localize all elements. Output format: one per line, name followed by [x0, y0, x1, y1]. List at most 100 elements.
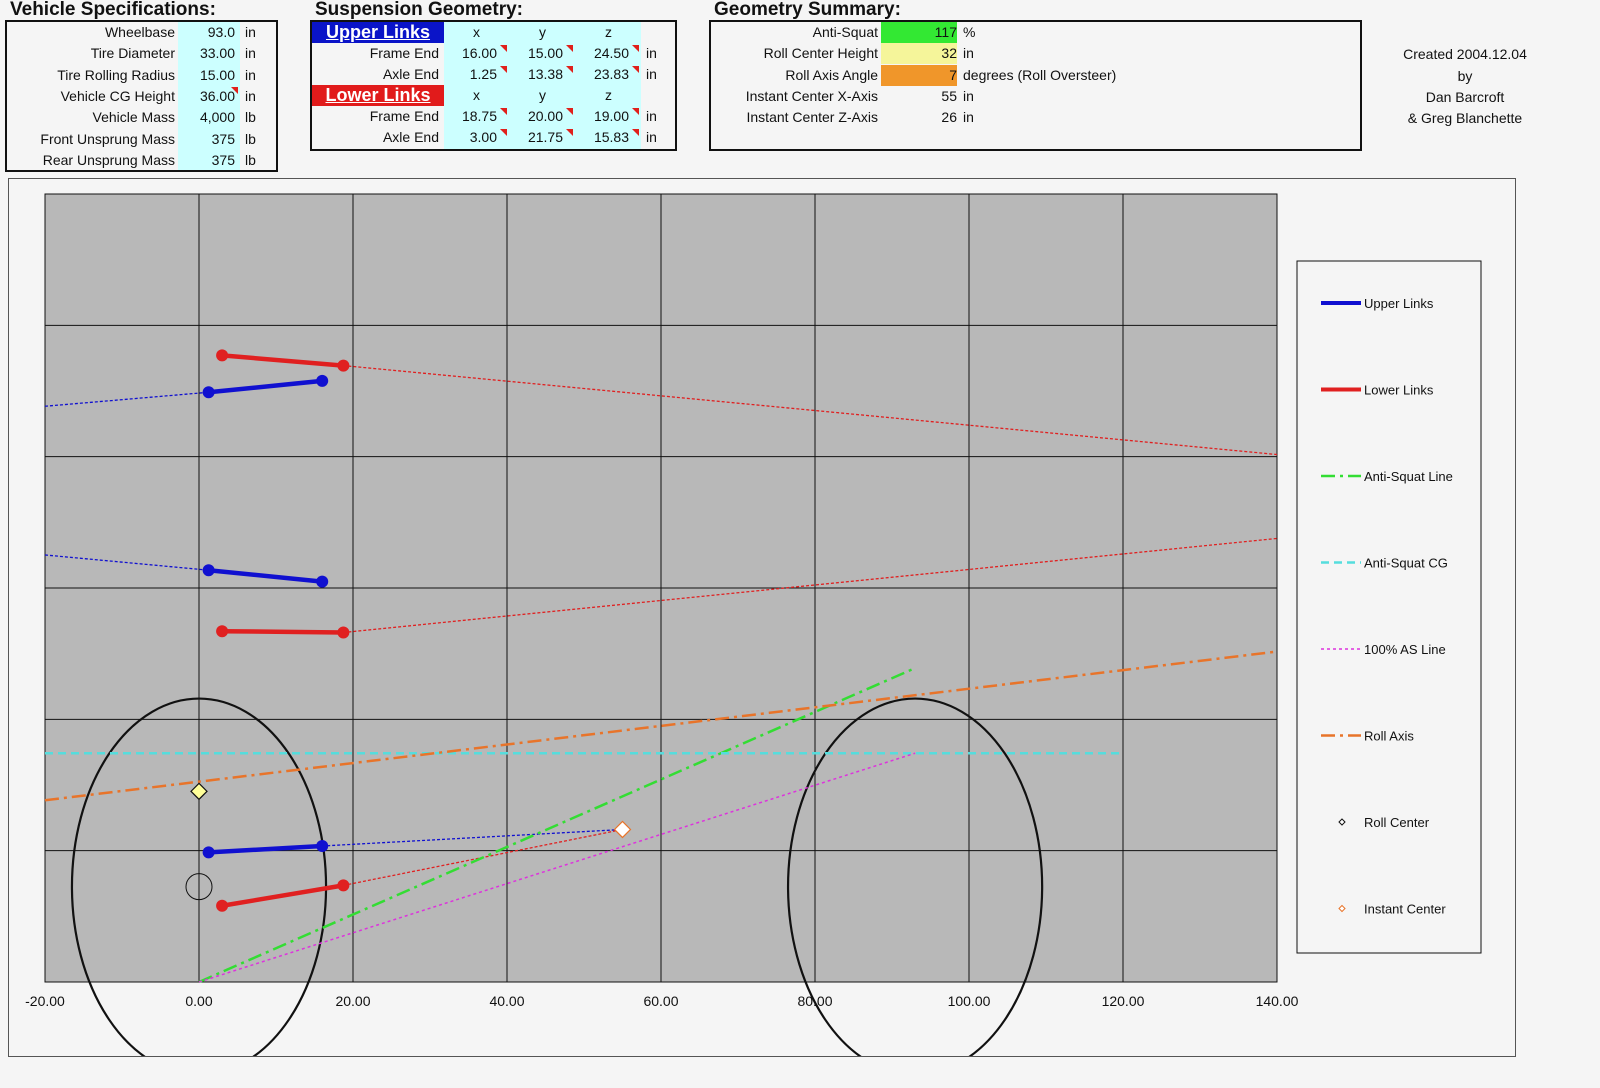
upper-link-row-label: Axle End: [382, 66, 439, 82]
upper-link-y-value: 13.38: [527, 66, 563, 82]
legend-label-roll-axis: Roll Axis: [1364, 729, 1414, 744]
upper-link-row-label: Frame End: [369, 45, 439, 61]
legend-label-lower-links: Lower Links: [1364, 383, 1434, 398]
upper-link-x-value: 1.25: [469, 66, 497, 82]
vehicle-spec-value: 15.00: [199, 66, 235, 83]
vehicle-spec-unit: lb: [245, 109, 256, 126]
upper-link-z-value: 24.50: [593, 45, 629, 61]
vehicle-spec-value: 36.00: [199, 87, 235, 104]
lower-links-point: [216, 349, 229, 362]
comment-flag-icon: [632, 108, 639, 115]
vehicle-specs-title: Vehicle Specifications:: [10, 0, 216, 20]
upper-links-point: [202, 386, 215, 399]
vehicle-spec-label: Rear Unsprung Mass: [42, 151, 175, 168]
upper-link-unit: in: [646, 66, 657, 82]
credit-line-4: & Greg Blanchette: [1407, 110, 1523, 126]
summary-unit: in: [963, 87, 974, 104]
lower-link-y-value: 20.00: [527, 108, 563, 124]
comment-flag-icon: [632, 129, 639, 136]
upper-links-point: [316, 374, 329, 387]
vehicle-spec-label: Vehicle CG Height: [60, 87, 175, 104]
vehicle-spec-value: 375: [211, 151, 235, 168]
credit-line-3: Dan Barcroft: [1425, 89, 1505, 105]
vehicle-spec-value: 4,000: [199, 109, 235, 126]
column-header-z: z: [605, 24, 612, 40]
upper-links-point: [202, 846, 215, 859]
legend-label-roll-center: Roll Center: [1364, 815, 1430, 830]
comment-flag-icon: [632, 66, 639, 73]
x-tick-label: 120.00: [1102, 993, 1145, 1009]
comment-flag-icon: [231, 87, 238, 94]
comment-flag-icon: [566, 129, 573, 136]
vehicle-spec-unit: in: [245, 24, 256, 40]
lower-link-z-value: 15.83: [593, 129, 629, 145]
summary-value: 117: [881, 22, 957, 43]
geometry-summary-title: Geometry Summary:: [714, 0, 901, 20]
vehicle-spec-label: Tire Diameter: [90, 45, 175, 62]
lower-links-point: [216, 625, 229, 638]
legend-label-instant-center: Instant Center: [1364, 902, 1446, 917]
vehicle-spec-unit: in: [245, 45, 256, 62]
vehicle-specs-table: Wheelbase 93.0 in Tire Diameter 33.00 in Tire …: [5, 20, 278, 172]
lower-links-point: [337, 359, 350, 372]
summary-label: Instant Center X-Axis: [745, 87, 878, 104]
lower-link-unit: in: [646, 129, 657, 145]
summary-label: Anti-Squat: [812, 24, 878, 40]
lower-links-point: [216, 899, 229, 912]
vehicle-spec-value: 33.00: [199, 45, 235, 62]
legend-label-100-as-line: 100% AS Line: [1364, 642, 1446, 657]
summary-unit: in: [963, 109, 974, 126]
comment-flag-icon: [500, 129, 507, 136]
summary-label: Roll Axis Angle: [785, 66, 878, 83]
x-tick-label: 40.00: [489, 993, 524, 1009]
upper-link-x-value: 16.00: [461, 45, 497, 61]
summary-label: Instant Center Z-Axis: [746, 109, 879, 126]
upper-links-point: [316, 840, 329, 853]
vehicle-spec-label: Front Unsprung Mass: [40, 130, 175, 147]
lower-link-x-value: 18.75: [461, 108, 497, 124]
upper-links-point: [316, 575, 329, 588]
column-header-x: x: [473, 87, 480, 103]
lower-links-segment: [222, 628, 344, 635]
lower-link-unit: in: [646, 108, 657, 124]
upper-links-header: Upper Links: [312, 22, 444, 43]
credit-line-2: by: [1457, 68, 1473, 84]
legend-label-anti-squat-line: Anti-Squat Line: [1364, 469, 1453, 484]
upper-link-unit: in: [646, 45, 657, 61]
lower-link-row-label: Frame End: [369, 108, 439, 124]
summary-unit: %: [963, 24, 976, 40]
vehicle-spec-unit: in: [245, 87, 256, 104]
lower-link-y-value: 21.75: [527, 129, 563, 145]
vehicle-spec-value: 375: [211, 130, 235, 147]
lower-link-z-value: 19.00: [593, 108, 629, 124]
upper-links-point: [202, 564, 215, 577]
x-tick-label: 140.00: [1256, 993, 1299, 1009]
suspension-geometry-table: Upper Links Lower Links x y z Frame End 16.0…: [310, 20, 677, 151]
comment-flag-icon: [566, 66, 573, 73]
column-header-y: y: [539, 87, 546, 103]
summary-value: 26: [941, 109, 957, 126]
suspension-geometry-title: Suspension Geometry:: [315, 0, 523, 20]
lower-link-x-value: 3.00: [469, 129, 497, 145]
geometry-summary-table: Anti-Squat 117% Roll Center Height 32 in Roll…: [709, 20, 1362, 151]
column-header-x: x: [473, 24, 480, 40]
comment-flag-icon: [566, 108, 573, 115]
suspension-chart: -20.00 0.00 20.00 40.00 60.00 80.00 100.00 120.…: [25, 193, 1482, 1056]
lower-links-point: [337, 626, 350, 639]
chart-area: -20.00 0.00 20.00 40.00 60.00 80.00 100.00 120.…: [8, 178, 1516, 1057]
comment-flag-icon: [500, 66, 507, 73]
upper-link-y-value: 15.00: [527, 45, 563, 61]
summary-value: 32: [881, 43, 957, 65]
lower-links-point: [337, 879, 350, 892]
lower-links-header: Lower Links: [312, 85, 444, 106]
summary-value: 55: [941, 87, 957, 104]
column-header-z: z: [605, 87, 612, 103]
summary-label: Roll Center Height: [763, 45, 878, 62]
x-tick-label: -20.00: [25, 993, 65, 1009]
comment-flag-icon: [566, 45, 573, 52]
summary-unit: degrees (Roll Oversteer): [963, 66, 1117, 83]
credit-line-1: Created 2004.12.04: [1403, 46, 1527, 62]
lower-link-row-label: Axle End: [382, 129, 439, 145]
summary-unit: in: [963, 45, 974, 62]
column-header-y: y: [539, 24, 546, 40]
